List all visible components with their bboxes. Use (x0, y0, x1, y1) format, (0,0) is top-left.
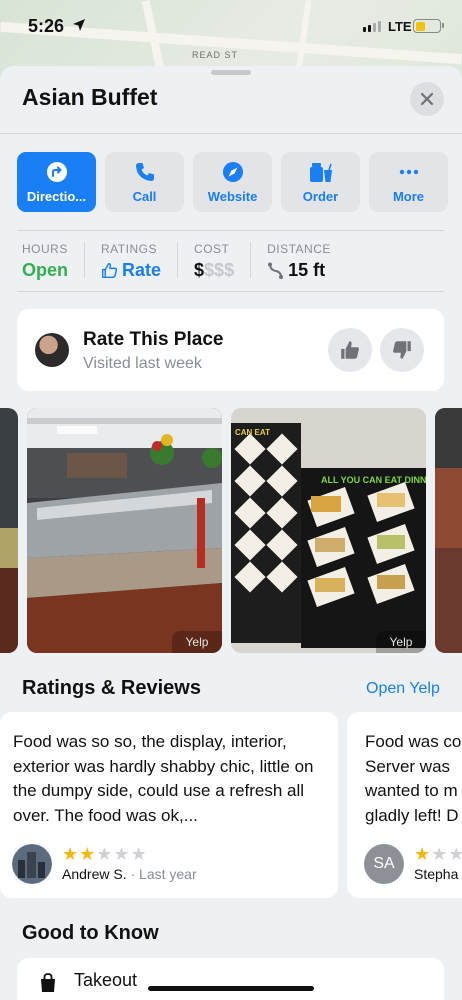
order-label: Order (302, 188, 339, 204)
distance-value: 15 ft (288, 260, 326, 280)
reviewer-avatar (12, 844, 52, 884)
distance-stat: DISTANCE 15 ft (267, 242, 347, 280)
photo-thumbnail[interactable] (435, 408, 462, 653)
battery-icon (413, 19, 444, 33)
close-icon (420, 92, 434, 106)
photo-credit: Yelp (376, 631, 426, 653)
star-icon: ★ (414, 844, 432, 864)
call-label: Call (132, 188, 157, 204)
reviewer-name: Stepha (414, 866, 459, 882)
ratings-value: Rate (122, 260, 162, 280)
more-label: More (392, 188, 425, 204)
directions-button[interactable]: Directio... (17, 152, 96, 212)
review-date: · Last year (126, 866, 197, 882)
ratings-stat[interactable]: RATINGS Rate (101, 242, 179, 280)
website-button[interactable]: Website (193, 152, 272, 212)
divider (0, 133, 462, 134)
sheet-grabber[interactable] (211, 70, 251, 75)
menu-sign-photo[interactable]: CAN EAT ALL YOU CAN EAT DINN Yelp (231, 408, 426, 653)
cost-value-active: $ (194, 260, 205, 280)
place-title: Asian Buffet (22, 84, 158, 110)
cell-signal-icon (363, 21, 381, 32)
status-bar: 5:26 LTE (0, 0, 462, 52)
takeout-cup-icon (309, 162, 332, 182)
walking-route-icon (268, 262, 284, 279)
hours-caption: HOURS (22, 242, 68, 256)
buffet-photo[interactable]: Yelp (27, 408, 222, 653)
good-to-know-title: Good to Know (22, 922, 159, 944)
rate-subtitle: Visited last week (83, 355, 202, 372)
buffet-counter-image (27, 408, 222, 653)
phone-icon (135, 162, 154, 181)
distance-caption: DISTANCE (267, 242, 331, 256)
action-buttons: Directio... Call Website Order More (17, 152, 448, 212)
ratings-caption: RATINGS (101, 242, 157, 256)
rate-title: Rate This Place (83, 329, 224, 350)
hours-stat[interactable]: HOURS Open (22, 242, 86, 280)
star-icon: ★ (113, 844, 131, 864)
hours-value: Open (22, 260, 69, 280)
takeout-bag-icon (41, 973, 55, 992)
ellipsis-icon (399, 169, 418, 174)
reviewer-avatar: SA (364, 844, 404, 884)
open-yelp-link[interactable]: Open Yelp (366, 680, 440, 698)
star-icon: ★ (96, 844, 114, 864)
divider (17, 291, 444, 292)
rate-this-place-card: Rate This Place Visited last week (17, 309, 444, 391)
review-author: Andrew S. · Last year (62, 866, 197, 882)
location-arrow-icon (73, 19, 85, 31)
star-icon: ★ (62, 844, 80, 864)
more-button[interactable]: More (369, 152, 448, 212)
star-icon: ★ (79, 844, 97, 864)
status-time: 5:26 (28, 16, 65, 36)
info-stats: HOURS Open RATINGS Rate COST $ $$$ DISTAN… (22, 242, 442, 280)
reviewer-name: Andrew S. (62, 866, 127, 882)
review-card[interactable]: Food was co Server was wanted to m gladl… (347, 712, 462, 898)
cost-caption: COST (194, 242, 230, 256)
photo-credit: Yelp (172, 631, 222, 653)
thumbs-up-icon (341, 341, 359, 359)
order-button[interactable]: Order (281, 152, 360, 212)
thumbs-down-icon (393, 341, 411, 359)
network-type: LTE (388, 19, 412, 34)
compass-icon (222, 161, 243, 182)
review-text: Food was so so, the display, interior, e… (13, 732, 314, 825)
user-avatar (35, 333, 69, 367)
call-button[interactable]: Call (105, 152, 184, 212)
review-stars: ★★★★★ (62, 844, 148, 865)
menu-sign-top: CAN EAT (235, 428, 270, 437)
place-card-sheet: Asian Buffet Directio... Call Website Or… (0, 66, 462, 1000)
takeout-label: Takeout (74, 970, 138, 990)
star-icon: ★ (431, 844, 449, 864)
home-indicator[interactable] (148, 986, 314, 991)
photo-thumbnail[interactable] (0, 408, 18, 653)
review-text: Food was co Server was wanted to m gladl… (365, 732, 462, 825)
review-stars: ★★★ (414, 844, 462, 865)
divider (17, 230, 444, 231)
star-icon: ★ (130, 844, 148, 864)
ratings-reviews-title: Ratings & Reviews (22, 677, 201, 699)
thumbs-up-outline-icon (101, 262, 118, 279)
close-button[interactable] (410, 82, 444, 116)
menu-sign-text: ALL YOU CAN EAT DINN (321, 475, 426, 485)
directions-icon (46, 161, 67, 182)
website-label: Website (207, 188, 258, 204)
star-icon: ★ (448, 844, 462, 864)
menu-sign-image: CAN EAT ALL YOU CAN EAT DINN (231, 408, 426, 653)
directions-label: Directio... (26, 188, 87, 204)
good-to-know-card: Takeout (17, 958, 444, 1000)
thumbs-down-button[interactable] (380, 328, 424, 372)
thumbs-up-button[interactable] (328, 328, 372, 372)
cost-value-inactive: $$$ (204, 260, 235, 280)
review-card[interactable]: Food was so so, the display, interior, e… (0, 712, 338, 898)
cost-stat: COST $ $$$ (194, 242, 252, 280)
